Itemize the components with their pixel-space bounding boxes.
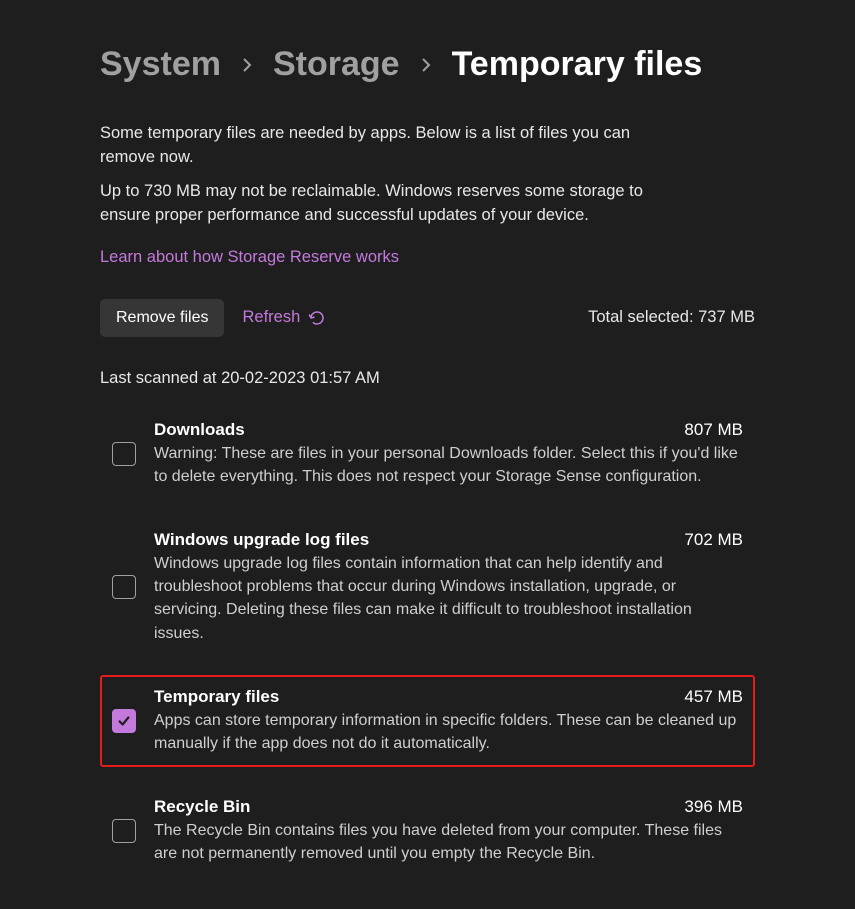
item-checkbox[interactable] — [112, 442, 136, 466]
item-checkbox[interactable] — [112, 575, 136, 599]
item-content: Windows upgrade log files 702 MBWindows u… — [154, 530, 743, 645]
chevron-right-icon — [418, 57, 434, 73]
file-item: Downloads 807 MBWarning: These are files … — [100, 408, 755, 500]
item-description: Windows upgrade log files contain inform… — [154, 552, 743, 645]
file-item: Recycle Bin 396 MBThe Recycle Bin contain… — [100, 785, 755, 877]
item-title: Temporary files — [154, 687, 279, 707]
item-size: 457 MB — [684, 687, 743, 707]
breadcrumb: System Storage Temporary files — [100, 45, 755, 84]
refresh-label: Refresh — [242, 308, 300, 327]
item-header: Windows upgrade log files 702 MB — [154, 530, 743, 550]
item-header: Recycle Bin 396 MB — [154, 797, 743, 817]
last-scanned-text: Last scanned at 20-02-2023 01:57 AM — [100, 369, 755, 388]
items-list: Downloads 807 MBWarning: These are files … — [100, 408, 755, 878]
item-title: Windows upgrade log files — [154, 530, 369, 550]
item-content: Recycle Bin 396 MBThe Recycle Bin contain… — [154, 797, 743, 865]
reserve-text: Up to 730 MB may not be reclaimable. Win… — [100, 180, 660, 228]
item-content: Downloads 807 MBWarning: These are files … — [154, 420, 743, 488]
item-content: Temporary files 457 MBApps can store temp… — [154, 687, 743, 755]
total-selected: Total selected: 737 MB — [588, 308, 755, 327]
item-description: Warning: These are files in your persona… — [154, 442, 743, 488]
breadcrumb-temporary-files: Temporary files — [452, 45, 703, 84]
breadcrumb-system[interactable]: System — [100, 45, 221, 84]
item-size: 702 MB — [684, 530, 743, 550]
breadcrumb-storage[interactable]: Storage — [273, 45, 400, 84]
item-header: Temporary files 457 MB — [154, 687, 743, 707]
intro-text: Some temporary files are needed by apps.… — [100, 122, 660, 170]
refresh-button[interactable]: Refresh — [238, 302, 330, 333]
item-checkbox[interactable] — [112, 709, 136, 733]
file-item: Windows upgrade log files 702 MBWindows u… — [100, 518, 755, 657]
chevron-right-icon — [239, 57, 255, 73]
actions-row: Remove files Refresh Total selected: 737… — [100, 299, 755, 337]
item-title: Recycle Bin — [154, 797, 250, 817]
item-size: 807 MB — [684, 420, 743, 440]
checkmark-icon — [117, 714, 131, 728]
refresh-icon — [308, 309, 326, 327]
item-description: The Recycle Bin contains files you have … — [154, 819, 743, 865]
item-title: Downloads — [154, 420, 245, 440]
remove-files-button[interactable]: Remove files — [100, 299, 224, 337]
item-size: 396 MB — [684, 797, 743, 817]
item-header: Downloads 807 MB — [154, 420, 743, 440]
storage-reserve-link[interactable]: Learn about how Storage Reserve works — [100, 248, 399, 267]
item-checkbox[interactable] — [112, 819, 136, 843]
file-item: Temporary files 457 MBApps can store temp… — [100, 675, 755, 767]
item-description: Apps can store temporary information in … — [154, 709, 743, 755]
